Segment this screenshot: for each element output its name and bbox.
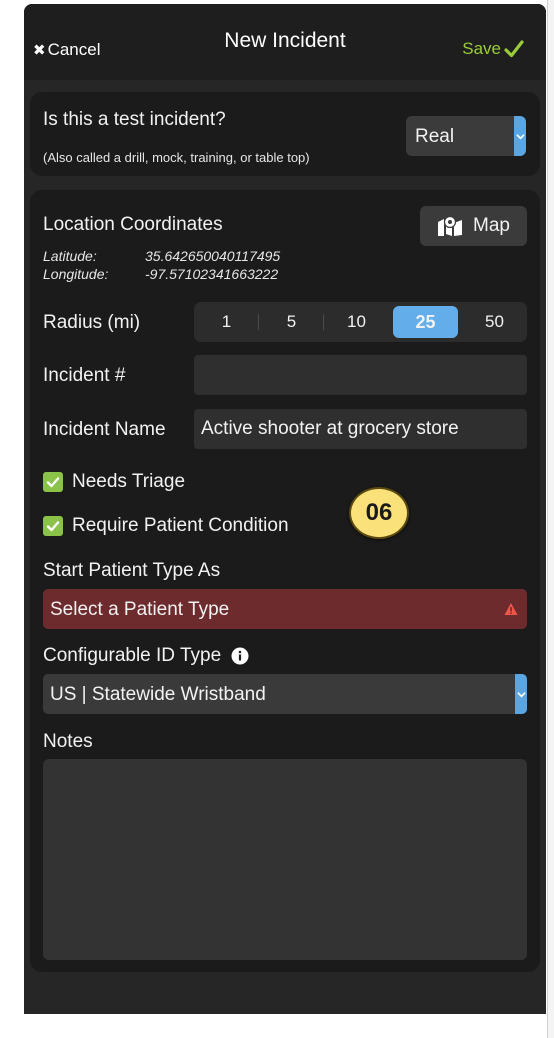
radius-label: Radius (mi): [43, 312, 141, 333]
patient-type-placeholder: Select a Patient Type: [50, 599, 230, 620]
needs-triage-label: Needs Triage: [72, 471, 186, 492]
warning-icon: [504, 603, 518, 615]
map-label: Map: [473, 215, 510, 236]
incident-name-label: Incident Name: [43, 419, 166, 440]
save-button[interactable]: Save: [462, 39, 524, 59]
app-screen: ✖ Cancel New Incident Save Is this a tes…: [24, 4, 546, 1014]
test-incident-question: Is this a test incident?: [43, 109, 226, 130]
incident-name-input[interactable]: [194, 409, 527, 449]
longitude-label: Longitude:: [43, 266, 109, 282]
chevron-down-icon: [514, 116, 526, 156]
save-label: Save: [462, 39, 501, 58]
radius-option[interactable]: 5: [259, 306, 324, 338]
needs-triage-checkbox[interactable]: Needs Triage: [43, 471, 185, 493]
incident-number-input[interactable]: [194, 355, 527, 395]
incident-details-card: Location Coordinates Map Latitude: 35.64…: [30, 190, 540, 972]
radius-option[interactable]: 1: [194, 306, 259, 338]
test-incident-selected: Real: [415, 126, 455, 147]
radius-option-selected[interactable]: 25: [393, 306, 458, 338]
notes-textarea[interactable]: [43, 759, 527, 960]
test-incident-card: Is this a test incident? (Also called a …: [30, 92, 540, 176]
checkmark-icon: [504, 40, 524, 58]
latitude-label: Latitude:: [43, 248, 97, 264]
chevron-down-icon: [515, 674, 527, 714]
info-icon[interactable]: [231, 647, 249, 665]
patient-type-select[interactable]: Select a Patient Type: [43, 589, 527, 629]
latitude-value: 35.642650040117495: [145, 248, 281, 264]
scrollbar[interactable]: [547, 0, 554, 1038]
id-type-selected: US | Statewide Wristband: [50, 684, 266, 705]
radius-option[interactable]: 10: [324, 306, 389, 338]
id-type-select[interactable]: US | Statewide Wristband: [43, 674, 527, 714]
notes-label: Notes: [43, 731, 93, 752]
test-incident-subtitle: (Also called a drill, mock, training, or…: [43, 150, 310, 165]
test-incident-select[interactable]: Real: [406, 116, 526, 156]
checkbox-checked-icon: [43, 472, 63, 492]
step-number-badge: 06: [349, 487, 409, 539]
radius-option[interactable]: 50: [462, 306, 527, 338]
map-marker-icon: [438, 215, 463, 236]
location-title: Location Coordinates: [43, 214, 223, 235]
require-patient-condition-label: Require Patient Condition: [72, 515, 289, 536]
patient-type-label: Start Patient Type As: [43, 560, 221, 581]
id-type-label-row: Configurable ID Type: [43, 645, 249, 667]
longitude-value: -97.57102341663222: [145, 266, 279, 282]
require-patient-condition-checkbox[interactable]: Require Patient Condition: [43, 515, 289, 537]
incident-number-label: Incident #: [43, 365, 126, 386]
radius-segmented-control: 1 5 10 25 50: [194, 302, 527, 342]
nav-header: ✖ Cancel New Incident Save: [24, 4, 546, 80]
map-button[interactable]: Map: [420, 206, 527, 246]
checkbox-checked-icon: [43, 516, 63, 536]
id-type-label: Configurable ID Type: [43, 645, 222, 666]
